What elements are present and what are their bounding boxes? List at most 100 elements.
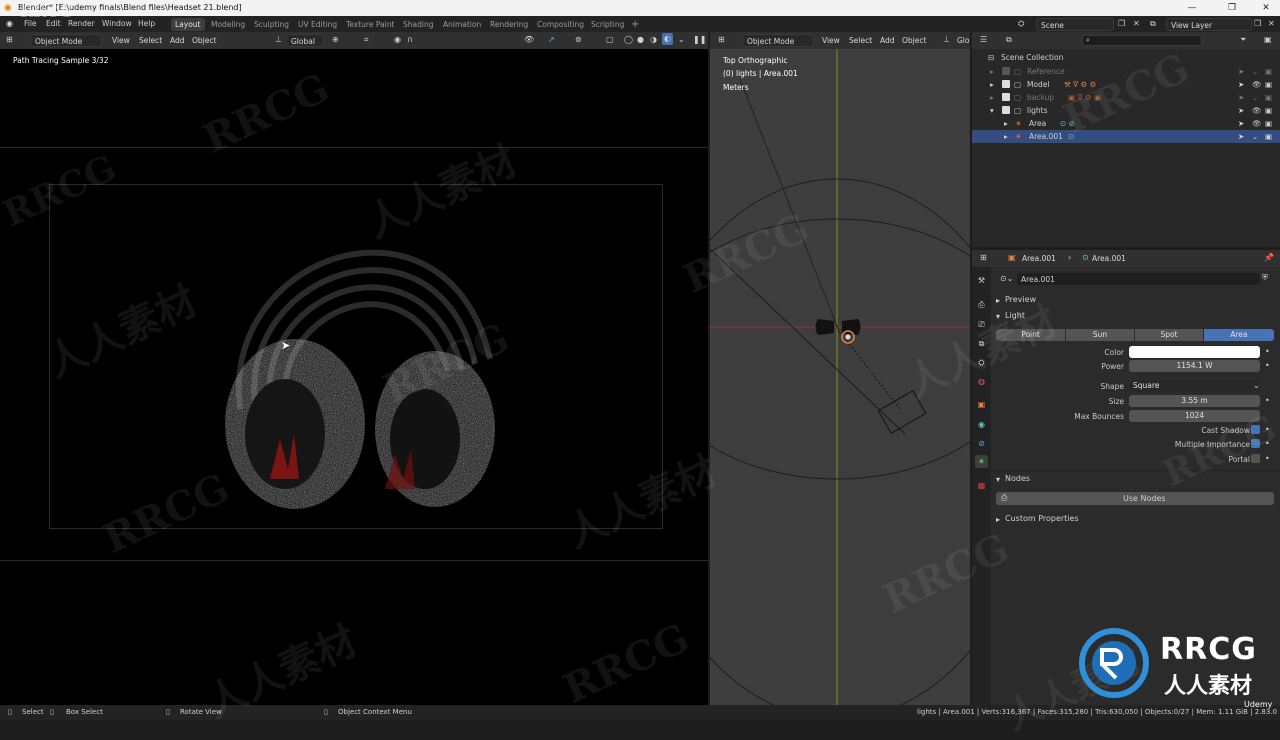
gizmo-icon[interactable]: ↗ — [548, 34, 555, 46]
select-toggle-icon[interactable]: ➤ — [1238, 117, 1244, 130]
scene-close-icon[interactable]: ✕ — [1133, 18, 1140, 30]
fake-user-icon[interactable]: ⛨ — [1262, 273, 1268, 283]
multiple-importance-checkbox[interactable] — [1251, 439, 1260, 448]
object-tab-icon[interactable]: ▣ — [975, 398, 988, 411]
keyframe-dot-icon[interactable]: • — [1265, 361, 1270, 370]
menu-window[interactable]: Window — [102, 19, 132, 28]
select-toggle-icon[interactable]: ➤ — [1238, 104, 1244, 117]
xray-icon[interactable]: ▢ — [606, 34, 614, 46]
tab-modeling[interactable]: Modeling — [207, 18, 249, 31]
render-toggle-icon[interactable]: ▣ — [1265, 130, 1272, 143]
render-tab-icon[interactable]: ⎙ — [975, 298, 988, 311]
texture-tab-icon[interactable]: ▦ — [975, 479, 988, 492]
add-workspace-button[interactable]: + — [627, 18, 643, 31]
pause-render-icon[interactable]: ❚❚ — [693, 34, 706, 46]
minimize-button[interactable]: — — [1180, 0, 1204, 16]
keyframe-dot-icon[interactable]: • — [1265, 396, 1270, 405]
select-toggle-icon[interactable]: ➤ — [1238, 65, 1244, 78]
ortho-viewport[interactable]: Top Orthographic (0) lights | Area.001 M… — [710, 49, 970, 705]
output-tab-icon[interactable]: ⎚ — [975, 318, 988, 331]
exclude-checkbox[interactable] — [1002, 106, 1010, 114]
right-mode-selector[interactable]: Object Mode — [742, 34, 814, 47]
editor-type-icon[interactable]: ⊞ — [6, 34, 13, 46]
render-toggle-icon[interactable]: ▣ — [1265, 104, 1272, 117]
shape-dropdown[interactable]: Square — [1129, 380, 1260, 392]
outliner-row-area[interactable]: ▸ ☀ Area ⊙ ⊘ ➤ 👁 ▣ — [972, 117, 1280, 130]
properties-editor-icon[interactable]: ⊞ — [980, 252, 987, 264]
light-data-tab-icon[interactable]: ☀ — [975, 455, 988, 468]
exclude-checkbox[interactable] — [1002, 80, 1010, 88]
light-type-sun[interactable]: Sun — [1066, 329, 1134, 341]
shading-options-icon[interactable]: ⌄ — [678, 34, 685, 46]
visibility-icon[interactable]: 👁 — [524, 34, 534, 46]
select-toggle-icon[interactable]: ➤ — [1238, 130, 1244, 143]
tab-texture-paint[interactable]: Texture Paint — [342, 18, 398, 31]
visibility-toggle-icon[interactable]: 👁 — [1252, 104, 1262, 117]
right-menu-view[interactable]: View — [818, 34, 844, 47]
rendered-viewport[interactable]: Path Tracing Sample 3/32 ➤ — [0, 49, 708, 705]
left-menu-add[interactable]: Add — [166, 34, 189, 47]
maximize-button[interactable]: ❐ — [1220, 0, 1244, 16]
left-menu-object[interactable]: Object — [188, 34, 220, 47]
custom-properties-header[interactable]: Custom Properties — [1005, 514, 1079, 523]
left-menu-view[interactable]: View — [108, 34, 134, 47]
expand-arrow-icon[interactable]: ▸ — [990, 65, 994, 78]
falloff-icon[interactable]: ∩ — [407, 34, 413, 46]
light-type-point[interactable]: Point — [996, 329, 1065, 341]
outliner-root-row[interactable]: ⊟ Scene Collection — [972, 51, 1280, 64]
portal-checkbox[interactable] — [1251, 454, 1260, 463]
expand-arrow-icon[interactable]: ▸ — [990, 91, 994, 104]
pin-icon[interactable]: 📌 — [1264, 252, 1274, 264]
outliner-row-reference[interactable]: ▸ ▢ Reference ➤ ⌄ ▣ — [972, 65, 1280, 78]
select-toggle-icon[interactable]: ➤ — [1238, 78, 1244, 91]
filter-icon[interactable]: ⏷ — [1240, 34, 1246, 46]
render-toggle-icon[interactable]: ▣ — [1265, 91, 1272, 104]
view-layer-tab-icon[interactable]: ⧉ — [975, 337, 988, 350]
blender-menu-icon[interactable]: ◉ — [6, 18, 13, 30]
keyframe-dot-icon[interactable]: • — [1265, 454, 1270, 463]
view-layer-close-icon[interactable]: ✕ — [1268, 18, 1275, 30]
preview-panel-arrow-icon[interactable]: ▸ — [996, 296, 1000, 305]
expand-arrow-icon[interactable]: ▸ — [1004, 130, 1008, 143]
light-panel-header[interactable]: Light — [1005, 311, 1025, 320]
expand-arrow-icon[interactable]: ▸ — [1004, 117, 1008, 130]
overlay-icon[interactable]: ⊚ — [575, 34, 582, 46]
left-menu-select[interactable]: Select — [135, 34, 166, 47]
scene-copy-icon[interactable]: ❐ — [1118, 18, 1125, 30]
close-button[interactable]: ✕ — [1254, 0, 1278, 16]
constraints-tab-icon[interactable]: ⊘ — [975, 437, 988, 450]
outliner-editor-icon[interactable]: ☰ — [980, 34, 987, 46]
outliner-search-input[interactable] — [1082, 35, 1202, 46]
power-field[interactable]: 1154.1 W — [1129, 360, 1260, 372]
visibility-toggle-icon[interactable]: ⌄ — [1252, 130, 1258, 143]
color-swatch[interactable] — [1129, 346, 1260, 358]
tab-scripting[interactable]: Scripting — [587, 18, 628, 31]
preview-panel-header[interactable]: Preview — [1005, 295, 1036, 304]
keyframe-dot-icon[interactable]: • — [1265, 425, 1270, 434]
tab-uv-editing[interactable]: UV Editing — [294, 18, 341, 31]
tab-shading[interactable]: Shading — [399, 18, 437, 31]
render-toggle-icon[interactable]: ▣ — [1265, 65, 1272, 78]
new-collection-icon[interactable]: ▣ — [1264, 34, 1272, 46]
view-layer-copy-icon[interactable]: ❐ — [1254, 18, 1261, 30]
keyframe-dot-icon[interactable]: • — [1265, 347, 1270, 356]
tab-sculpting[interactable]: Sculpting — [250, 18, 293, 31]
visibility-toggle-icon[interactable]: 👁 — [1252, 117, 1262, 130]
visibility-toggle-icon[interactable]: 👁 — [1252, 78, 1262, 91]
scene-selector[interactable]: Scene — [1036, 18, 1114, 31]
keyframe-dot-icon[interactable]: • — [1265, 439, 1270, 448]
right-menu-add[interactable]: Add — [876, 34, 899, 47]
outliner-row-lights[interactable]: ▾ ▢ lights ➤ 👁 ▣ — [972, 104, 1280, 117]
pivot-icon[interactable]: ⊕ — [332, 34, 339, 46]
exclude-checkbox[interactable] — [1002, 67, 1010, 75]
menu-render[interactable]: Render — [68, 19, 95, 28]
light-type-spot[interactable]: Spot — [1135, 329, 1203, 341]
size-field[interactable]: 3.55 m — [1129, 395, 1260, 407]
right-transform-selector[interactable]: Glo — [953, 34, 973, 47]
shading-material-icon[interactable]: ◑ — [650, 34, 657, 46]
menu-file[interactable]: File — [24, 19, 37, 28]
tool-tab-icon[interactable]: ⚒ — [975, 274, 988, 287]
display-mode-icon[interactable]: ⧉ — [1006, 34, 1012, 46]
light-type-area[interactable]: Area — [1204, 329, 1274, 341]
tab-compositing[interactable]: Compositing — [533, 18, 588, 31]
